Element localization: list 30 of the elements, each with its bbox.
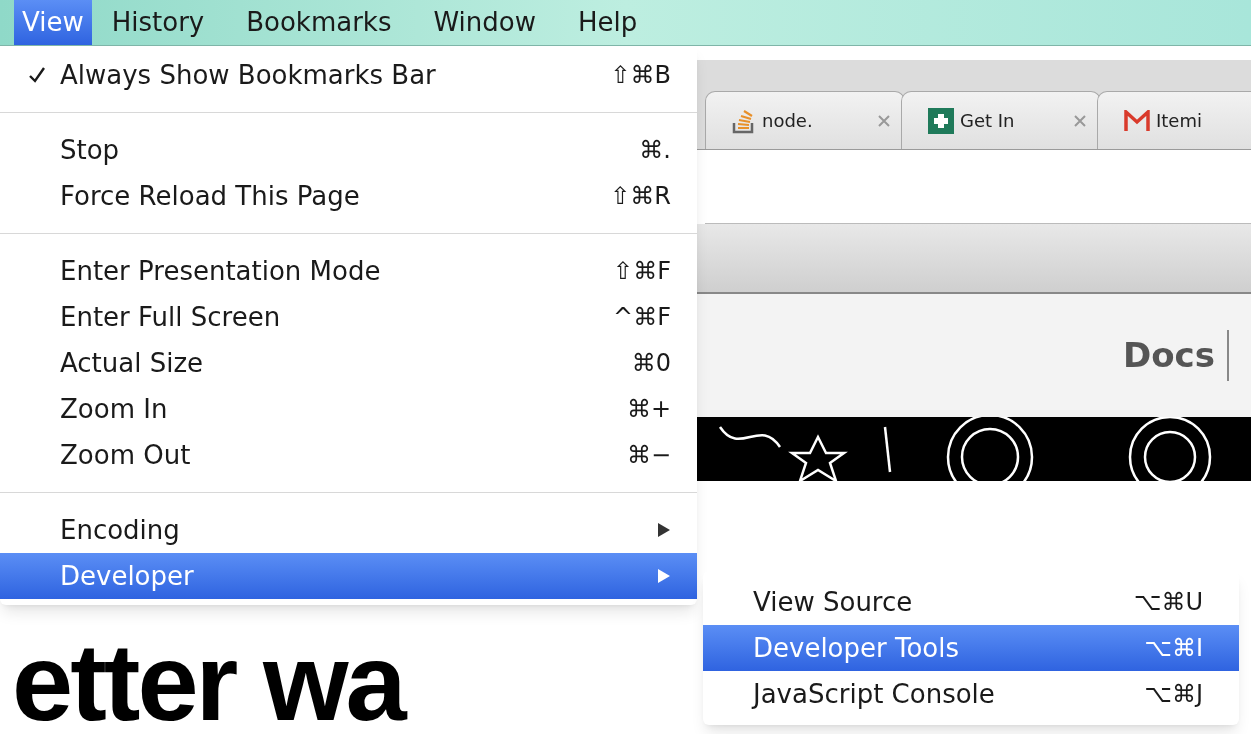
submenu-arrow-icon bbox=[657, 568, 671, 584]
menu-item[interactable]: Force Reload This Page ⇧⌘R bbox=[0, 173, 697, 219]
close-icon[interactable] bbox=[1074, 114, 1086, 127]
menu-bar-item[interactable]: Help bbox=[570, 0, 646, 45]
menu-item[interactable]: Enter Full Screen ^⌘F bbox=[0, 294, 697, 340]
plus-icon bbox=[928, 107, 954, 134]
menu-item[interactable]: View Source ⌥⌘U bbox=[703, 579, 1239, 625]
nav-link[interactable]: Docs bbox=[1123, 330, 1229, 381]
menu-item[interactable]: Developer bbox=[0, 553, 697, 599]
menu-bar-item[interactable]: View bbox=[14, 0, 92, 45]
menu-bar-item[interactable]: Window bbox=[425, 0, 544, 45]
menu-bar-item[interactable]: History bbox=[103, 0, 213, 45]
menu-item[interactable]: Zoom In ⌘+ bbox=[0, 386, 697, 432]
menu-item[interactable]: Developer Tools ⌥⌘I bbox=[703, 625, 1239, 671]
menu-bar-item[interactable]: Bookmarks bbox=[238, 0, 400, 45]
browser-tab[interactable]: Itemi bbox=[1097, 91, 1251, 149]
stack-icon bbox=[732, 107, 756, 134]
menu-item[interactable]: Actual Size ⌘0 bbox=[0, 340, 697, 386]
menu-item[interactable]: Encoding bbox=[0, 507, 697, 553]
page-heading: etter wa bbox=[11, 632, 406, 732]
menu-item[interactable]: Stop ⌘. bbox=[0, 127, 697, 173]
envelope-m-icon bbox=[1124, 109, 1150, 132]
submenu-arrow-icon bbox=[657, 522, 671, 538]
checkmark-icon bbox=[28, 66, 46, 84]
menu-item[interactable]: JavaScript Console ⌥⌘J bbox=[703, 671, 1239, 717]
close-icon[interactable] bbox=[878, 114, 890, 127]
menu-item[interactable]: Enter Presentation Mode ⇧⌘F bbox=[0, 248, 697, 294]
menu-item[interactable]: Always Show Bookmarks Bar ⇧⌘B bbox=[0, 52, 697, 98]
menu-item[interactable]: Zoom Out ⌘− bbox=[0, 432, 697, 478]
browser-tab[interactable]: Get In bbox=[901, 91, 1101, 149]
